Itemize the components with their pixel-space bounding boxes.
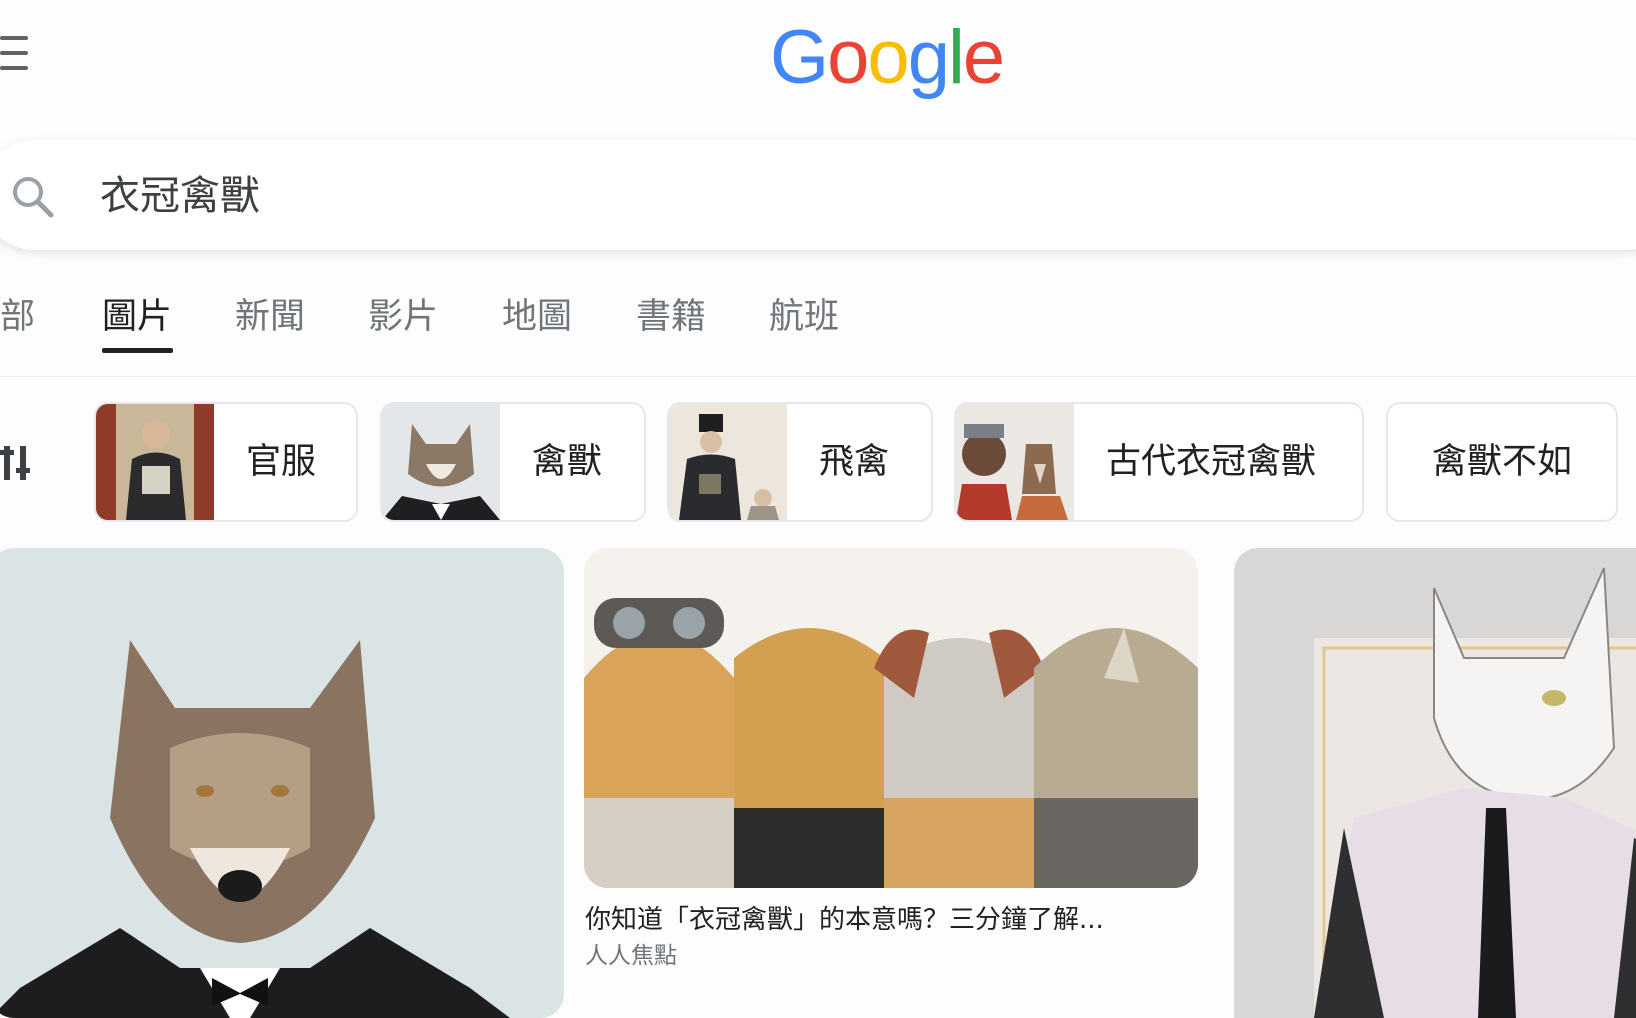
tab-all[interactable]: 全部 — [0, 292, 35, 342]
chip-label: 禽獸不如 — [1432, 442, 1573, 482]
chip-thumbnail — [669, 404, 787, 520]
result-image — [0, 548, 564, 1018]
tab-images[interactable]: 圖片 — [102, 292, 172, 342]
chip-label: 禽獸 — [532, 442, 603, 482]
result-image — [584, 548, 1198, 888]
logo-letter: G — [770, 15, 829, 100]
google-logo[interactable]: Google — [770, 8, 1005, 108]
result-title[interactable]: 你知道「衣冠禽獸」的本意嗎？三分鐘了解... — [585, 902, 1104, 938]
logo-letter: l — [947, 15, 965, 100]
tab-videos[interactable]: 影片 — [368, 292, 438, 342]
result-source[interactable]: 人人焦點 — [585, 940, 677, 972]
chip-ancient-dressed-beasts[interactable]: 古代衣冠禽獸 — [954, 402, 1364, 522]
search-input[interactable]: 衣冠禽獸 — [100, 168, 260, 224]
active-tab-indicator — [102, 348, 173, 353]
chip-flying-birds[interactable]: 飛禽 — [667, 402, 933, 522]
chip-label: 飛禽 — [819, 442, 890, 482]
logo-letter: g — [907, 15, 950, 100]
chip-thumbnail — [96, 404, 214, 520]
logo-letter: o — [867, 15, 909, 100]
tab-news[interactable]: 新聞 — [235, 292, 305, 342]
tab-maps[interactable]: 地圖 — [502, 292, 572, 342]
chip-label: 古代衣冠禽獸 — [1106, 442, 1317, 482]
hamburger-menu-icon[interactable] — [0, 36, 30, 72]
tab-books[interactable]: 書籍 — [636, 292, 706, 342]
divider — [0, 376, 1636, 377]
image-result-wolf[interactable] — [0, 548, 564, 1018]
tab-flights[interactable]: 航班 — [769, 292, 839, 342]
chip-beasts[interactable]: 禽獸 — [380, 402, 646, 522]
chip-official-robe[interactable]: 官服 — [94, 402, 358, 522]
image-result-animals-in-coats[interactable] — [584, 548, 1198, 888]
image-result-cat[interactable] — [1234, 548, 1636, 1018]
logo-letter: o — [827, 15, 869, 100]
search-icon[interactable] — [8, 172, 58, 222]
chip-thumbnail — [956, 404, 1074, 520]
result-image — [1234, 548, 1636, 1018]
chip-worse-than-beasts[interactable]: 禽獸不如 — [1386, 402, 1618, 522]
chip-thumbnail — [382, 404, 500, 520]
filter-icon[interactable] — [0, 438, 36, 488]
chip-label: 官服 — [246, 442, 317, 482]
logo-letter: e — [962, 15, 1005, 100]
